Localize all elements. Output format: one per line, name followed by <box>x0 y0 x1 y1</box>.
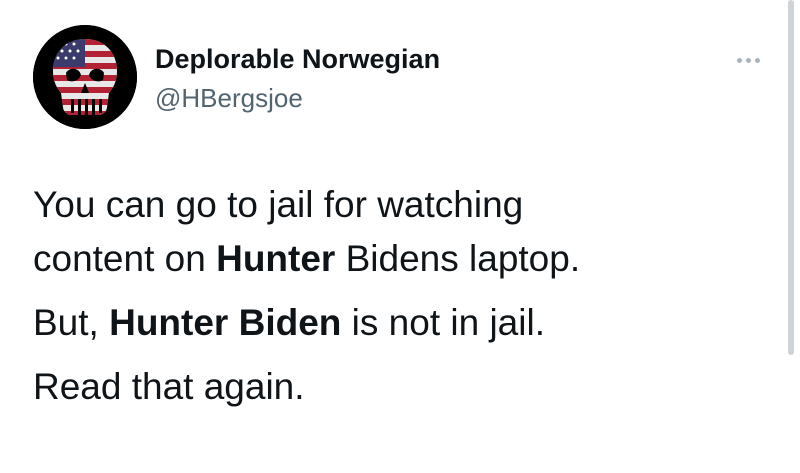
tweet-text-run: But, <box>33 302 110 343</box>
avatar[interactable] <box>33 25 137 129</box>
tweet-paragraph-2: But, Hunter Biden is not in jail. <box>33 296 773 350</box>
tweet-text-bold-run: Hunter Biden <box>109 302 342 343</box>
tweet-paragraph-1: You can go to jail for watching content o… <box>33 178 773 286</box>
more-dot <box>745 57 751 63</box>
tweet-text: You can go to jail for watching content o… <box>33 178 773 424</box>
tweet-text-run: You can go to jail for watching <box>33 184 524 225</box>
tweet-text-run: content on <box>33 238 217 279</box>
author-handle[interactable]: @HBergsjoe <box>155 83 303 113</box>
tweet-text-run: Bidens laptop. <box>335 238 581 279</box>
more-dot <box>754 57 760 63</box>
more-options-icon[interactable] <box>728 50 768 70</box>
tweet-text-bold-run: Hunter <box>216 238 336 279</box>
scrollbar[interactable] <box>788 0 794 355</box>
more-dot <box>736 57 742 63</box>
tweet-paragraph-3: Read that again. <box>33 360 773 414</box>
tweet-card: Deplorable Norwegian @HBergsjoe You can … <box>0 0 800 473</box>
tweet-text-run: is not in jail. <box>341 302 545 343</box>
tweet-text-run: Read that again. <box>33 366 305 407</box>
author-display-name[interactable]: Deplorable Norwegian <box>155 43 440 75</box>
punisher-skull-flag-icon <box>33 25 137 129</box>
